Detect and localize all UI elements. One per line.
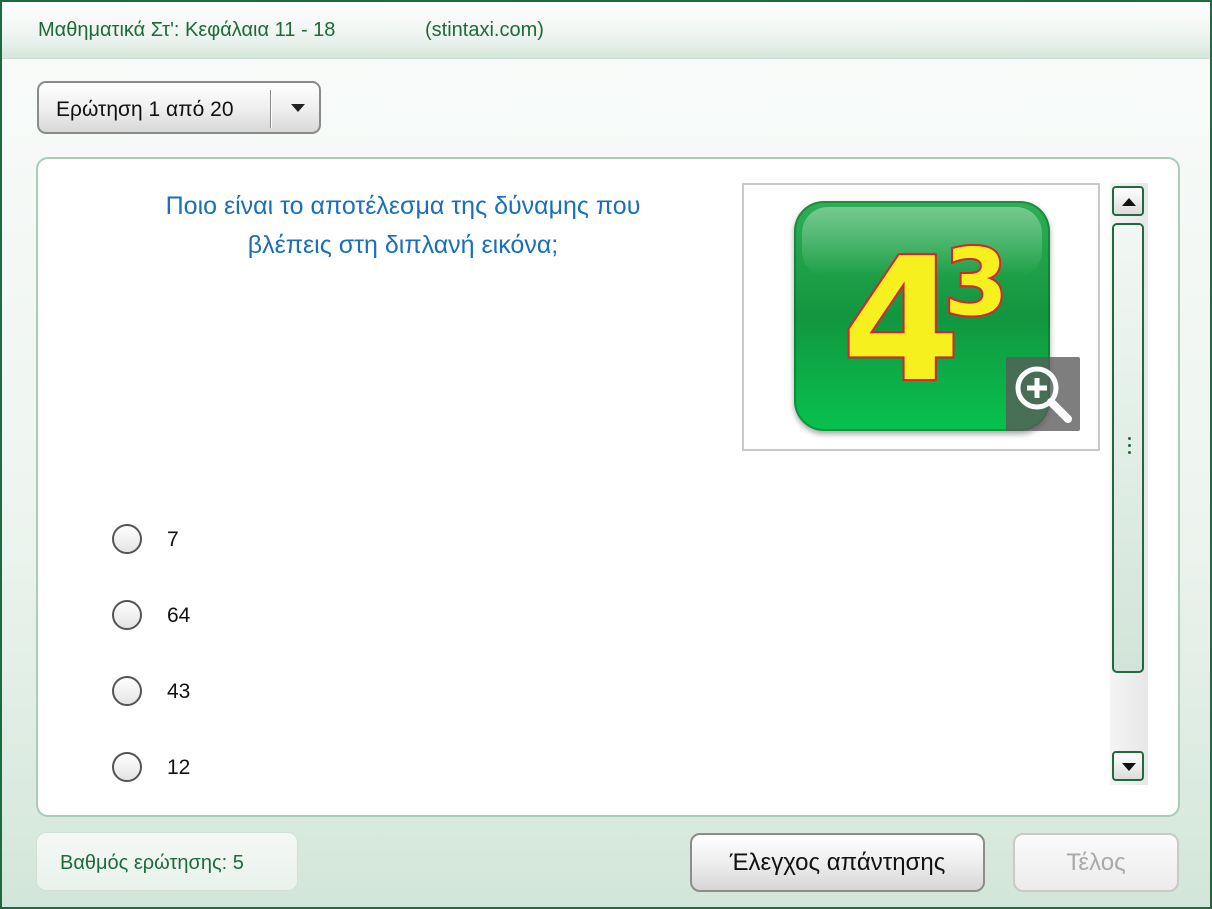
question-line-2: βλέπεις στη διπλανή εικόνα;	[247, 231, 559, 259]
power-exponent: 3	[944, 229, 1008, 336]
vertical-scrollbar[interactable]	[1110, 183, 1148, 785]
question-panel: Ποιο είναι το αποτέλεσμα της δύναμης που…	[36, 157, 1180, 817]
zoom-in-icon	[1015, 366, 1072, 423]
zoom-button[interactable]	[1006, 357, 1080, 431]
answer-label: 12	[167, 756, 191, 779]
chevron-down-icon[interactable]	[291, 104, 305, 112]
radio-button[interactable]	[112, 600, 142, 630]
site-name: (stintaxi.com)	[425, 19, 544, 41]
app-title: Μαθηματικά Στ': Κεφάλαια 11 - 18	[38, 19, 336, 41]
radio-button[interactable]	[112, 752, 142, 782]
question-score-box: Βαθμός ερώτησης: 5	[36, 832, 298, 891]
question-line-1: Ποιο είναι το αποτέλεσμα της δύναμης που	[165, 192, 641, 220]
answer-label: 43	[167, 680, 191, 703]
radio-button[interactable]	[112, 524, 142, 554]
radio-button[interactable]	[112, 676, 142, 706]
finish-button[interactable]: Τέλος	[1013, 833, 1179, 892]
dropdown-divider	[270, 90, 271, 128]
answer-option[interactable]: 12	[112, 750, 412, 790]
scroll-down-button[interactable]	[1112, 751, 1144, 781]
power-base: 4	[842, 222, 960, 420]
question-image: 4 3	[742, 183, 1100, 451]
question-text: Ποιο είναι το αποτέλεσμα της δύναμης που…	[98, 187, 708, 265]
check-answer-button[interactable]: Έλεγχος απάντησης	[690, 833, 985, 892]
grip-dot	[1128, 451, 1131, 454]
app-window: Μαθηματικά Στ': Κεφάλαια 11 - 18 (stinta…	[0, 0, 1212, 909]
question-selector-dropdown[interactable]: Ερώτηση 1 από 20	[37, 81, 321, 134]
answer-option[interactable]: 43	[112, 674, 412, 714]
scrollbar-thumb[interactable]	[1112, 223, 1144, 673]
answer-option[interactable]: 7	[112, 522, 412, 562]
answer-label: 64	[167, 604, 191, 627]
answer-label: 7	[167, 528, 179, 551]
header-bar: Μαθηματικά Στ': Κεφάλαια 11 - 18 (stinta…	[2, 2, 1210, 59]
grip-dot	[1128, 444, 1131, 447]
answer-option[interactable]: 64	[112, 598, 412, 638]
grip-dot	[1128, 437, 1131, 440]
question-selector-label: Ερώτηση 1 από 20	[56, 98, 234, 121]
scroll-up-button[interactable]	[1112, 186, 1144, 216]
question-score: Βαθμός ερώτησης: 5	[60, 852, 244, 874]
